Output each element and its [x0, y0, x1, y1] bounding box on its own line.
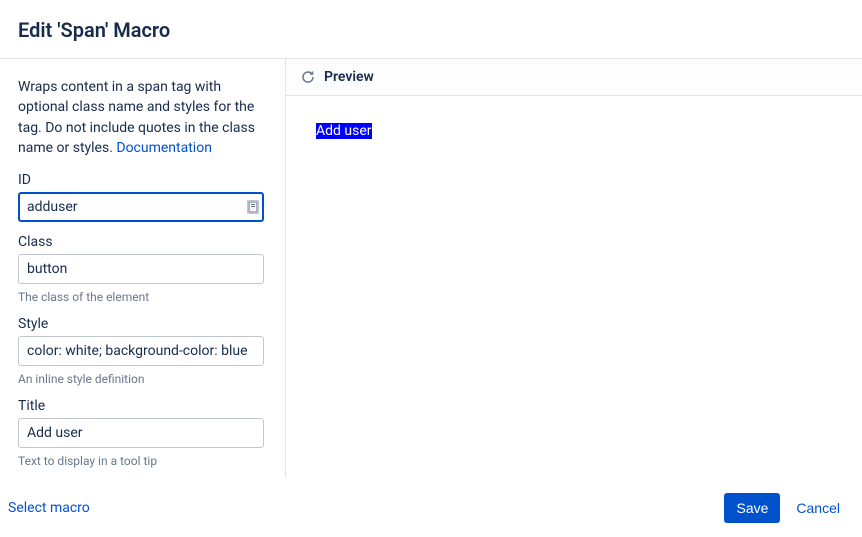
- preview-title: Preview: [324, 69, 374, 85]
- autofill-icon: [247, 200, 259, 214]
- field-id-input-wrapper: [18, 192, 267, 222]
- field-class-input[interactable]: [18, 254, 264, 284]
- preview-panel: Preview Add user: [286, 59, 862, 478]
- field-class-hint: The class of the element: [18, 290, 267, 304]
- field-style-group: Style An inline style definition: [18, 316, 267, 386]
- cancel-button[interactable]: Cancel: [792, 493, 844, 523]
- refresh-icon: [300, 69, 316, 85]
- field-id-input[interactable]: [18, 192, 264, 222]
- field-class-group: Class The class of the element: [18, 234, 267, 304]
- preview-span-output: Add user: [316, 123, 372, 139]
- field-style-hint: An inline style definition: [18, 372, 267, 386]
- field-style-input[interactable]: [18, 336, 264, 366]
- field-title-input[interactable]: [18, 418, 264, 448]
- save-button[interactable]: Save: [724, 493, 780, 523]
- documentation-link[interactable]: Documentation: [116, 140, 212, 156]
- field-title-label: Title: [18, 398, 267, 414]
- field-title-hint: Text to display in a tool tip: [18, 454, 267, 468]
- select-macro-link[interactable]: Select macro: [8, 500, 90, 516]
- dialog-footer: Select macro Save Cancel: [0, 478, 862, 537]
- dialog-header: Edit 'Span' Macro: [0, 0, 862, 58]
- field-class-label: Class: [18, 234, 267, 250]
- field-id-label: ID: [18, 172, 267, 188]
- field-id-group: ID: [18, 172, 267, 222]
- dialog-body: Wraps content in a span tag with optiona…: [0, 58, 862, 478]
- field-style-label: Style: [18, 316, 267, 332]
- preview-body: Add user: [286, 96, 862, 163]
- macro-description: Wraps content in a span tag with optiona…: [18, 77, 267, 158]
- preview-header: Preview: [286, 59, 862, 96]
- config-panel: Wraps content in a span tag with optiona…: [0, 59, 286, 478]
- field-title-group: Title Text to display in a tool tip: [18, 398, 267, 468]
- dialog-title: Edit 'Span' Macro: [18, 18, 844, 42]
